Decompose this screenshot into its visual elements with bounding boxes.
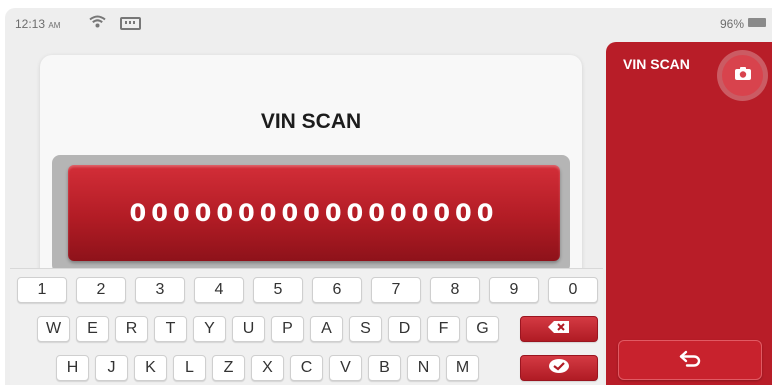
vin-value: 00000000000000000	[129, 199, 499, 227]
key-c[interactable]: C	[290, 355, 323, 381]
status-bar: 12:13 AM 96%	[5, 8, 772, 40]
key-m[interactable]: M	[446, 355, 479, 381]
battery-icon	[748, 18, 766, 27]
backspace-icon	[547, 320, 571, 339]
side-panel: VIN SCAN	[606, 42, 772, 385]
battery-percent: 96%	[719, 17, 744, 31]
key-5[interactable]: 5	[253, 277, 303, 303]
key-g[interactable]: G	[466, 316, 499, 342]
vin-input[interactable]: 00000000000000000	[68, 165, 560, 261]
key-s[interactable]: S	[349, 316, 382, 342]
side-panel-title: VIN SCAN	[623, 56, 690, 72]
key-t[interactable]: T	[154, 316, 187, 342]
wifi-icon	[89, 15, 106, 31]
clock-time: 12:13	[15, 17, 46, 31]
key-x[interactable]: X	[251, 355, 284, 381]
clock-ampm: AM	[48, 21, 61, 30]
key-2[interactable]: 2	[76, 277, 126, 303]
check-icon	[548, 358, 570, 379]
status-time: 12:13 AM	[15, 17, 60, 31]
key-y[interactable]: Y	[193, 316, 226, 342]
key-0[interactable]: 0	[548, 277, 598, 303]
key-r[interactable]: R	[115, 316, 148, 342]
key-j[interactable]: J	[95, 355, 128, 381]
camera-icon	[734, 66, 752, 86]
key-z[interactable]: Z	[212, 355, 245, 381]
key-9[interactable]: 9	[489, 277, 539, 303]
keyboard: 1 2 3 4 5 6 7 8 9 0 W E R T Y U P A S D …	[10, 268, 603, 385]
backspace-key[interactable]	[520, 316, 598, 342]
key-l[interactable]: L	[173, 355, 206, 381]
sim-card-icon	[120, 17, 141, 30]
camera-button[interactable]	[722, 55, 763, 96]
key-b[interactable]: B	[368, 355, 401, 381]
key-p[interactable]: P	[271, 316, 304, 342]
key-h[interactable]: H	[56, 355, 89, 381]
key-4[interactable]: 4	[194, 277, 244, 303]
key-w[interactable]: W	[37, 316, 70, 342]
back-arrow-icon	[678, 349, 702, 372]
key-f[interactable]: F	[427, 316, 460, 342]
key-k[interactable]: K	[134, 355, 167, 381]
key-6[interactable]: 6	[312, 277, 362, 303]
key-e[interactable]: E	[76, 316, 109, 342]
key-7[interactable]: 7	[371, 277, 421, 303]
page-title: VIN SCAN	[260, 110, 362, 133]
key-a[interactable]: A	[310, 316, 343, 342]
key-v[interactable]: V	[329, 355, 362, 381]
key-d[interactable]: D	[388, 316, 421, 342]
confirm-key[interactable]	[520, 355, 598, 381]
key-1[interactable]: 1	[17, 277, 67, 303]
screen: 12:13 AM 96% VIN SCAN 00000000000000000 …	[5, 8, 772, 385]
back-button[interactable]	[618, 340, 762, 380]
key-8[interactable]: 8	[430, 277, 480, 303]
key-u[interactable]: U	[232, 316, 265, 342]
key-3[interactable]: 3	[135, 277, 185, 303]
key-n[interactable]: N	[407, 355, 440, 381]
